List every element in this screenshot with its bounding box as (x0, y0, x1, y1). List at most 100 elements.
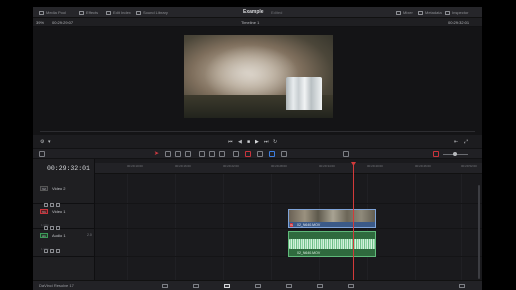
video-clip[interactable]: fx 02_N640.MOV (288, 209, 376, 228)
solo-icon[interactable] (50, 249, 54, 253)
edited-status: Edited (271, 10, 283, 15)
video-frame (184, 35, 333, 118)
audio-level: 2.0 (87, 233, 92, 237)
track-header-a1[interactable]: A1 Audio 1 2.0 1 Clip (33, 229, 95, 257)
play-icon[interactable]: ▶ (255, 139, 259, 145)
audio-clip[interactable]: 02_N640.MOV (288, 231, 376, 257)
ruler-tick: 00:29:34:00 (319, 164, 335, 168)
track-controls (44, 217, 64, 230)
clip-label: 02_N640.MOV (297, 251, 321, 255)
viewer-timecode-right: 00:29:32:01 (448, 20, 470, 25)
edit-toolbar: ➤ (33, 149, 482, 159)
track-controls (44, 194, 64, 207)
audio-waveform (289, 239, 375, 249)
mute-icon[interactable] (56, 249, 60, 253)
lane-v2[interactable] (95, 181, 482, 204)
metadata-icon (418, 10, 423, 15)
clip-count: 1 Clip (41, 223, 49, 227)
color-page-icon[interactable] (286, 284, 292, 288)
timeline: 00:29:32:01 V2 Video 2 V1 Video 1 1 Clip… (33, 159, 482, 286)
media-page-icon[interactable] (162, 284, 168, 288)
mixer-button[interactable]: Mixer (396, 9, 413, 16)
position-lock-icon[interactable] (257, 151, 263, 157)
sound-library-button[interactable]: Sound Library (136, 9, 168, 16)
fullscreen-icon[interactable]: ⤢ (464, 139, 468, 145)
timeline-name[interactable]: Timeline 1 (241, 19, 259, 26)
fx-badge: fx (290, 223, 294, 227)
go-to-end-icon[interactable]: ⏭ (264, 139, 269, 145)
page-bar: DaVinci Resolve 17 (33, 280, 482, 290)
ruler-tick: 00:29:28:00 (271, 164, 287, 168)
replace-clip-icon[interactable] (219, 151, 225, 157)
fusion-page-icon[interactable] (255, 284, 261, 288)
match-frame-icon[interactable]: ⇤ (454, 139, 458, 145)
track-header-v1[interactable]: V1 Video 1 1 Clip (33, 204, 95, 230)
ruler-tick: 00:29:52:00 (461, 164, 477, 168)
clip-label: 02_N640.MOV (297, 223, 321, 227)
reverse-play-icon[interactable]: ◀ (238, 139, 242, 145)
layout-icon[interactable] (39, 151, 45, 157)
ruler-tick: 00:29:46:00 (415, 164, 431, 168)
waterfall (286, 77, 322, 110)
ruler-tick: 00:29:40:00 (367, 164, 383, 168)
viewer-options-icon[interactable]: ⚙ (40, 139, 44, 145)
linked-selection-icon[interactable] (245, 151, 251, 157)
cut-page-icon[interactable] (193, 284, 199, 288)
clip-thumbnails (289, 210, 375, 222)
home-icon[interactable] (459, 284, 465, 288)
resolve-window: Media Pool Effects Edit Index Sound Libr… (33, 7, 482, 290)
blade-tool-icon[interactable] (185, 151, 191, 157)
track-tag[interactable]: V1 (40, 209, 48, 214)
trim-tool-icon[interactable] (165, 151, 171, 157)
viewer-scrubber[interactable] (40, 131, 475, 132)
playhead[interactable] (353, 163, 354, 286)
stop-icon[interactable]: ■ (247, 139, 250, 145)
ruler-tick: 00:29:10:00 (127, 164, 143, 168)
viewer-header: 39% 00:29:29:07 Timeline 1 00:29:32:01 (33, 18, 482, 27)
timeline-timecode: 00:29:32:01 (47, 165, 90, 172)
track-name: Video 2 (52, 186, 66, 191)
timeline-ruler[interactable]: 00:29:10:00 00:29:16:00 00:29:22:00 00:2… (95, 163, 482, 174)
viewer-timecode-left: 00:29:29:07 (52, 20, 74, 25)
deliver-page-icon[interactable] (348, 284, 354, 288)
track-tag[interactable]: A1 (40, 233, 48, 238)
metadata-button[interactable]: Metadata (418, 9, 442, 16)
audio-level-icon[interactable] (343, 151, 349, 157)
loop-icon[interactable]: ↻ (273, 139, 277, 145)
effects-icon (79, 10, 84, 15)
transport-bar: ⚙ ▾ ⏮ ◀ ■ ▶ ⏭ ↻ ⇤ ⤢ (33, 135, 482, 149)
track-headers: 00:29:32:01 V2 Video 2 V1 Video 1 1 Clip… (33, 159, 95, 286)
selection-tool-icon[interactable]: ➤ (154, 150, 159, 158)
zoom-level[interactable]: 39% (36, 19, 44, 26)
ruler-tick: 00:29:16:00 (175, 164, 191, 168)
inspector-button[interactable]: Inspector (445, 9, 468, 16)
track-name: Video 1 (52, 209, 66, 214)
ruler-tick: 00:29:22:00 (223, 164, 239, 168)
track-header-v2[interactable]: V2 Video 2 (33, 181, 95, 207)
overwrite-clip-icon[interactable] (209, 151, 215, 157)
insert-clip-icon[interactable] (199, 151, 205, 157)
fairlight-page-icon[interactable] (317, 284, 323, 288)
top-toolbar: Media Pool Effects Edit Index Sound Libr… (33, 7, 482, 18)
edit-index-button[interactable]: Edit Index (106, 9, 131, 16)
go-to-start-icon[interactable]: ⏮ (228, 139, 233, 145)
project-title: Example (243, 9, 264, 15)
flag-icon[interactable] (269, 151, 275, 157)
vertical-scrollbar[interactable] (478, 185, 480, 279)
media-pool-icon (39, 10, 44, 15)
zoom-out-icon[interactable] (433, 151, 439, 157)
media-pool-button[interactable]: Media Pool (39, 9, 66, 16)
edit-page-icon[interactable] (224, 284, 230, 288)
expand-icon[interactable]: ▾ (48, 139, 51, 145)
timeline-zoom-knob[interactable] (453, 152, 457, 156)
dynamic-trim-icon[interactable] (175, 151, 181, 157)
app-brand: DaVinci Resolve 17 (39, 283, 74, 288)
mixer-icon (396, 10, 401, 15)
effects-button[interactable]: Effects (79, 9, 98, 16)
marker-icon[interactable] (281, 151, 287, 157)
sound-library-icon (136, 10, 141, 15)
clip-count: 1 Clip (41, 247, 49, 251)
track-tag[interactable]: V2 (40, 186, 48, 191)
viewer (33, 27, 482, 135)
snapping-icon[interactable] (233, 151, 239, 157)
